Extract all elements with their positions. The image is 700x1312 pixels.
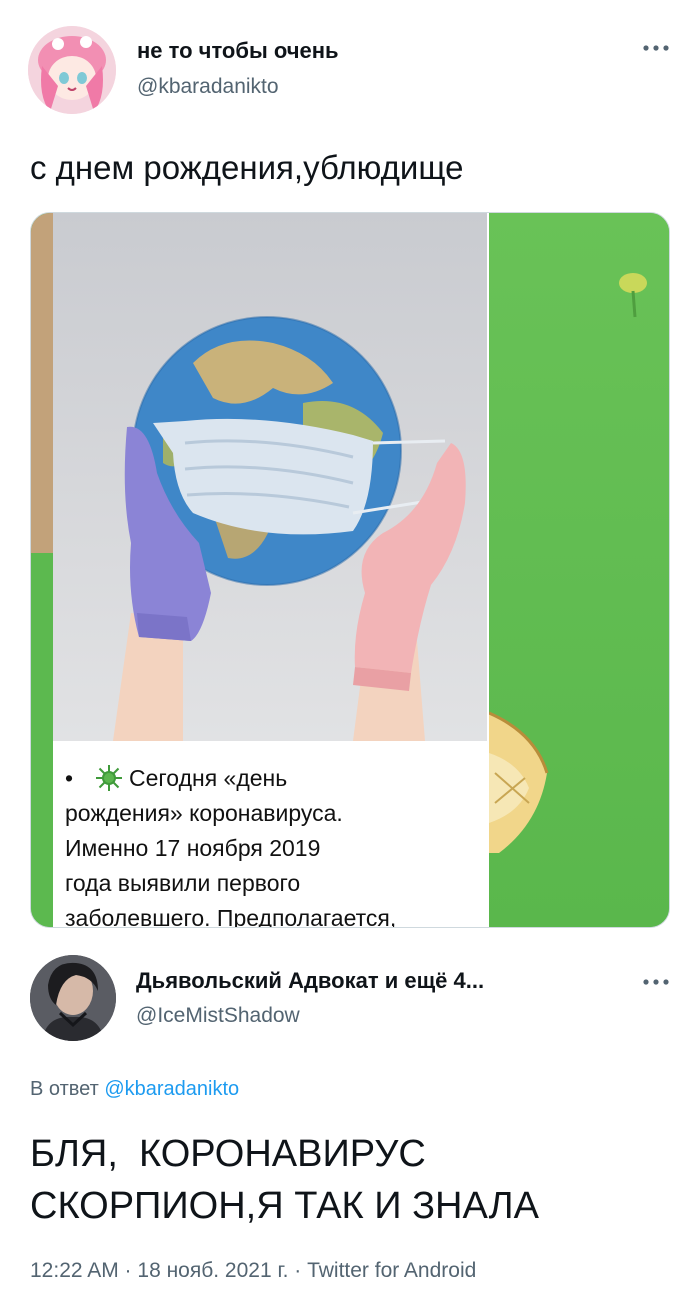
caption-text-line-3: Именно 17 ноября 2019	[65, 835, 321, 861]
green-panel-image	[488, 213, 669, 927]
tweet-text: с днем рождения,ублюдище	[30, 149, 464, 186]
globe-photo	[53, 213, 487, 741]
reply-author-display-name[interactable]: Дьявольский Адвокат и ещё 4...	[136, 968, 484, 994]
tweet-media[interactable]: • Сегодня «день рождения» коронавируса. …	[30, 212, 670, 928]
caption-text-line-2: рождения» коронавируса.	[65, 800, 343, 826]
author-handle[interactable]: @kbaradanikto	[137, 75, 279, 99]
tweet-metadata[interactable]: 12:22 AM · 18 нояб. 2021 г. · Twitter fo…	[30, 1259, 476, 1283]
media-edge-green	[31, 553, 53, 927]
globe-mask-image	[113, 316, 466, 741]
virus-icon	[96, 765, 122, 791]
reply-text-line-2: СКОРПИОН,Я ТАК И ЗНАЛА	[30, 1185, 539, 1227]
reply-author-handle[interactable]: @IceMistShadow	[136, 1004, 300, 1028]
more-horizontal-icon	[643, 979, 669, 985]
reply-avatar[interactable]	[30, 955, 116, 1041]
reply-text-line-1: БЛЯ, КОРОНАВИРУС	[30, 1133, 426, 1175]
replying-to-prefix: В ответ	[30, 1078, 99, 1100]
reply-more-options-button[interactable]	[636, 970, 676, 994]
replying-to-mention-link[interactable]: @kbaradanikto	[104, 1078, 239, 1100]
replying-to-label: В ответ @kbaradanikto	[30, 1078, 239, 1101]
caption-text-line-5: заболевшего. Предполагается,	[65, 905, 397, 928]
author-display-name[interactable]: не то чтобы очень	[137, 38, 339, 64]
caption-text-line-1: Сегодня «день	[129, 765, 288, 791]
caption-bullet: •	[65, 765, 74, 791]
cartoon-fragment	[488, 273, 647, 853]
avatar[interactable]	[28, 26, 116, 114]
reply-text: БЛЯ, КОРОНАВИРУС СКОРПИОН,Я ТАК И ЗНАЛА	[30, 1128, 539, 1232]
caption-line: • Сегодня «день	[65, 761, 480, 796]
reply-avatar-image	[30, 955, 116, 1041]
media-caption: • Сегодня «день рождения» коронавируса. …	[53, 741, 487, 928]
caption-text-line-4: года выявили первого	[65, 870, 301, 896]
avatar-image	[28, 26, 116, 114]
more-options-button[interactable]	[636, 36, 676, 60]
media-edge-strip	[31, 213, 53, 553]
more-horizontal-icon	[643, 45, 669, 51]
